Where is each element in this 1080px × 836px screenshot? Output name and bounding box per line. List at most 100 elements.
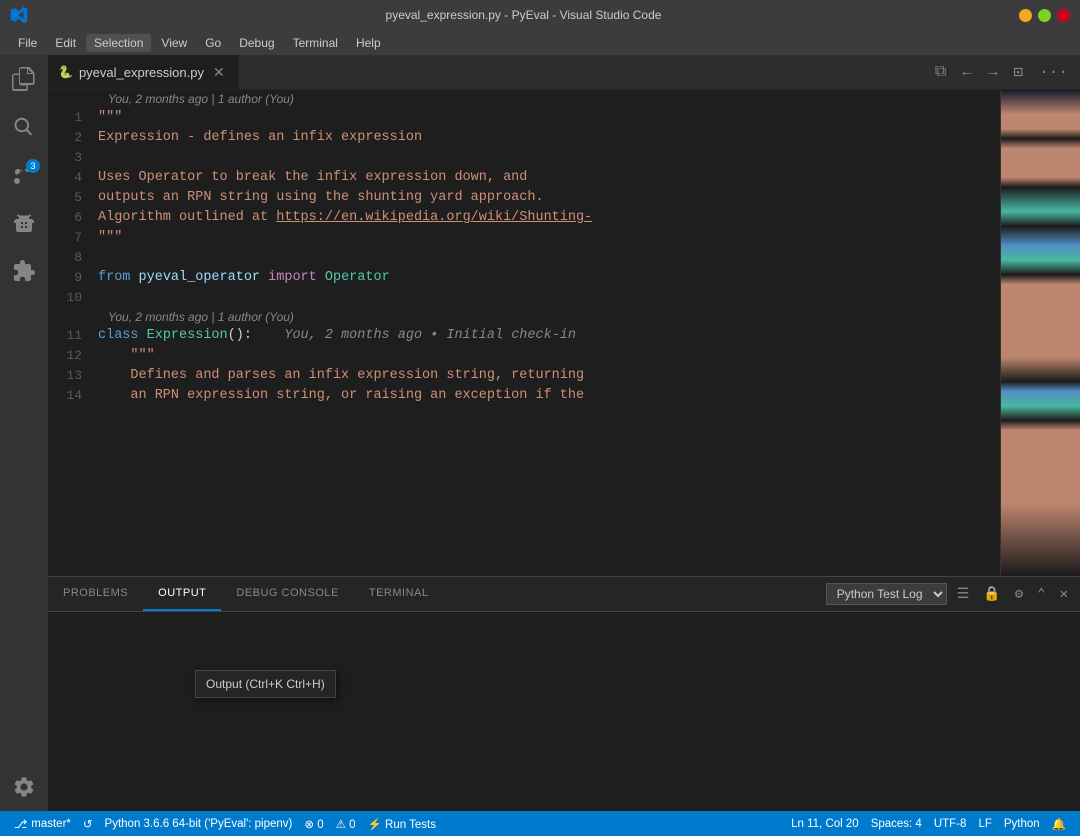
panel-tab-output[interactable]: OUTPUT [143,577,221,611]
status-line-ending[interactable]: LF [972,811,997,836]
extensions-icon [12,259,36,283]
panel-tab-terminal[interactable]: TERMINAL [354,577,444,611]
menu-view[interactable]: View [153,34,195,52]
status-run-tests[interactable]: ⚡ Run Tests [362,811,442,836]
main-layout: 3 🐍 pyeval [0,55,1080,811]
panel-tabs: PROBLEMS OUTPUT DEBUG CONSOLE TERMINAL P… [48,577,1080,612]
minimap [1000,90,1080,576]
bell-icon: 🔔 [1052,817,1066,831]
code-line-10: 10 [48,288,1000,308]
lock-output-button[interactable]: 🔒 [979,584,1004,605]
status-warnings[interactable]: ⚠ 0 [330,811,362,836]
status-bar: ⎇ master* ↺ Python 3.6.6 64-bit ('PyEval… [0,811,1080,836]
menu-help[interactable]: Help [348,34,389,52]
maximize-panel-button[interactable]: ⌃ [1033,584,1049,605]
status-encoding[interactable]: UTF-8 [928,811,973,836]
layout-button[interactable]: ⊡ [1010,60,1028,84]
menu-file[interactable]: File [10,34,45,52]
warnings-label: ⚠ 0 [336,817,356,831]
status-bell[interactable]: 🔔 [1046,811,1072,836]
tab-file-icon: 🐍 [58,65,73,79]
minimap-content [1001,90,1080,576]
status-errors[interactable]: ⊗ 0 [298,811,329,836]
code-line-9: 9 from pyeval_operator import Operator [48,268,1000,288]
output-settings-button[interactable]: ⚙ [1011,584,1027,605]
tab-actions: ⧉ ← → ⊡ ··· [923,55,1080,89]
code-line-1: 1 """ [48,108,1000,128]
code-line-4: 4 Uses Operator to break the infix expre… [48,168,1000,188]
status-language[interactable]: Python [998,811,1046,836]
tab-close-button[interactable]: ✕ [210,63,228,82]
minimize-button[interactable]: ─ [1019,9,1032,22]
status-spaces[interactable]: Spaces: 4 [865,811,928,836]
code-line-7: 7 """ [48,228,1000,248]
status-sync[interactable]: ↺ [77,811,99,836]
editor-panel-column: 🐍 pyeval_expression.py ✕ ⧉ ← → ⊡ ··· You… [48,55,1080,811]
activity-extensions[interactable] [0,247,48,295]
tab-pyeval-expression[interactable]: 🐍 pyeval_expression.py ✕ [48,55,239,89]
code-area[interactable]: You, 2 months ago | 1 author (You) 1 """… [48,90,1000,576]
status-python-env[interactable]: Python 3.6.6 64-bit ('PyEval': pipenv) [99,811,299,836]
status-position[interactable]: Ln 11, Col 20 [785,811,865,836]
python-env-label: Python 3.6.6 64-bit ('PyEval': pipenv) [105,818,293,830]
output-channel-select[interactable]: Python Test Log Python Git [826,583,947,605]
activity-search[interactable] [0,103,48,151]
code-line-6: 6 Algorithm outlined at https://en.wikip… [48,208,1000,228]
debug-icon [12,211,36,235]
activity-source-control[interactable]: 3 [0,151,48,199]
git-annotation-1: You, 2 months ago | 1 author (You) [48,90,1000,108]
vscode-logo [10,6,28,24]
menu-bar: File Edit Selection View Go Debug Termin… [0,30,1080,55]
branch-icon: ⎇ [14,817,27,831]
activity-settings[interactable] [0,763,48,811]
tab-label: pyeval_expression.py [79,65,204,80]
window-title: pyeval_expression.py - PyEval - Visual S… [28,8,1019,22]
editor-area: 🐍 pyeval_expression.py ✕ ⧉ ← → ⊡ ··· You… [48,55,1080,576]
split-editor-button[interactable]: ⧉ [931,61,950,83]
status-branch[interactable]: ⎇ master* [8,811,77,836]
code-line-13: 13 Defines and parses an infix expressio… [48,366,1000,386]
navigate-forward-button[interactable]: → [984,61,1002,83]
activity-bar: 3 [0,55,48,811]
activity-bar-bottom [0,763,48,811]
encoding-label: UTF-8 [934,818,967,830]
panel-area: PROBLEMS OUTPUT DEBUG CONSOLE TERMINAL P… [48,576,1080,811]
more-actions-button[interactable]: ··· [1035,61,1072,83]
title-bar: pyeval_expression.py - PyEval - Visual S… [0,0,1080,30]
code-line-14: 14 an RPN expression string, or raising … [48,386,1000,406]
git-annotation-2: You, 2 months ago | 1 author (You) [48,308,1000,326]
activity-explorer[interactable] [0,55,48,103]
panel-right-controls: Python Test Log Python Git ☰ 🔒 ⚙ ⌃ ✕ [818,577,1080,611]
menu-edit[interactable]: Edit [47,34,84,52]
code-line-12: 12 """ [48,346,1000,366]
files-icon [12,67,36,91]
activity-debug[interactable] [0,199,48,247]
menu-debug[interactable]: Debug [231,34,282,52]
code-line-8: 8 [48,248,1000,268]
clear-output-button[interactable]: ☰ [953,584,974,605]
sync-icon: ↺ [83,817,93,831]
run-tests-label: ⚡ Run Tests [368,817,436,831]
settings-icon [12,775,36,799]
close-button[interactable]: ✕ [1057,9,1070,22]
code-line-5: 5 outputs an RPN string using the shunti… [48,188,1000,208]
line-ending-label: LF [978,818,991,830]
maximize-button[interactable]: □ [1038,9,1051,22]
panel-tab-problems[interactable]: PROBLEMS [48,577,143,611]
close-panel-button[interactable]: ✕ [1056,584,1072,605]
menu-terminal[interactable]: Terminal [285,34,346,52]
search-icon [12,115,36,139]
code-line-3: 3 [48,148,1000,168]
navigate-back-button[interactable]: ← [958,61,976,83]
spaces-label: Spaces: 4 [871,818,922,830]
menu-go[interactable]: Go [197,34,229,52]
errors-label: ⊗ 0 [304,817,323,831]
editor-content: You, 2 months ago | 1 author (You) 1 """… [48,90,1080,576]
title-bar-left [10,6,28,24]
source-control-badge: 3 [26,159,40,173]
panel-tab-debug-console[interactable]: DEBUG CONSOLE [221,577,353,611]
menu-selection[interactable]: Selection [86,34,151,52]
branch-name: master* [31,818,71,830]
position-label: Ln 11, Col 20 [791,818,859,830]
language-label: Python [1004,818,1040,830]
